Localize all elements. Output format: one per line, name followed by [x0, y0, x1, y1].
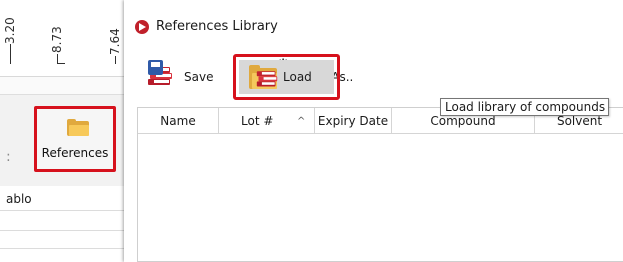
background-app-window: 3.20 8.73 7.64 : References ablo — [0, 0, 124, 262]
list-item[interactable]: ablo — [6, 192, 32, 206]
list-divider — [0, 248, 124, 249]
references-button-label: References — [41, 146, 109, 160]
open-folder-books-icon — [249, 65, 278, 89]
dialog-titlebar[interactable]: References Library — [124, 0, 623, 48]
references-library-dialog: References Library Save ⚙ Save As.. — [124, 0, 623, 262]
dialog-title: References Library — [156, 19, 278, 34]
ruler-line — [57, 63, 65, 64]
list-divider — [0, 230, 124, 231]
column-label: Lot # — [241, 114, 274, 128]
references-button[interactable]: References — [34, 106, 116, 172]
column-header-name[interactable]: Name — [138, 108, 219, 133]
references-table: Name Lot # ^ Expiry Date Compound Solven… — [137, 107, 623, 262]
column-header-lot[interactable]: Lot # ^ — [219, 108, 315, 133]
ribbon-overflow-icon[interactable]: : — [6, 149, 11, 165]
column-header-expiry-date[interactable]: Expiry Date — [315, 108, 392, 133]
list-divider — [0, 210, 124, 211]
ruler-tick — [10, 44, 11, 64]
ruler-label: 3.20 — [3, 17, 17, 44]
spectrum-ruler: 3.20 8.73 7.64 — [0, 0, 124, 77]
load-button-label: Load — [283, 70, 312, 84]
background-list: ablo — [0, 186, 124, 262]
app-logo-icon — [135, 20, 149, 34]
load-button[interactable]: Load — [239, 60, 334, 94]
save-button-label: Save — [184, 70, 214, 84]
sort-arrow-icon: ^ — [297, 116, 306, 127]
ruler-tick — [115, 56, 116, 64]
column-label: Compound — [430, 114, 496, 128]
ruler-label: 8.73 — [50, 26, 64, 53]
column-label: Name — [160, 114, 196, 128]
column-label: Expiry Date — [317, 114, 389, 128]
load-button-highlight: Load — [233, 54, 340, 100]
column-label: Solvent — [556, 114, 603, 128]
save-button[interactable]: Save — [148, 58, 228, 94]
save-books-icon — [148, 60, 172, 86]
folder-icon — [67, 119, 89, 136]
load-tooltip: Load library of compounds — [440, 98, 609, 116]
ruler-label: 7.64 — [108, 28, 122, 55]
